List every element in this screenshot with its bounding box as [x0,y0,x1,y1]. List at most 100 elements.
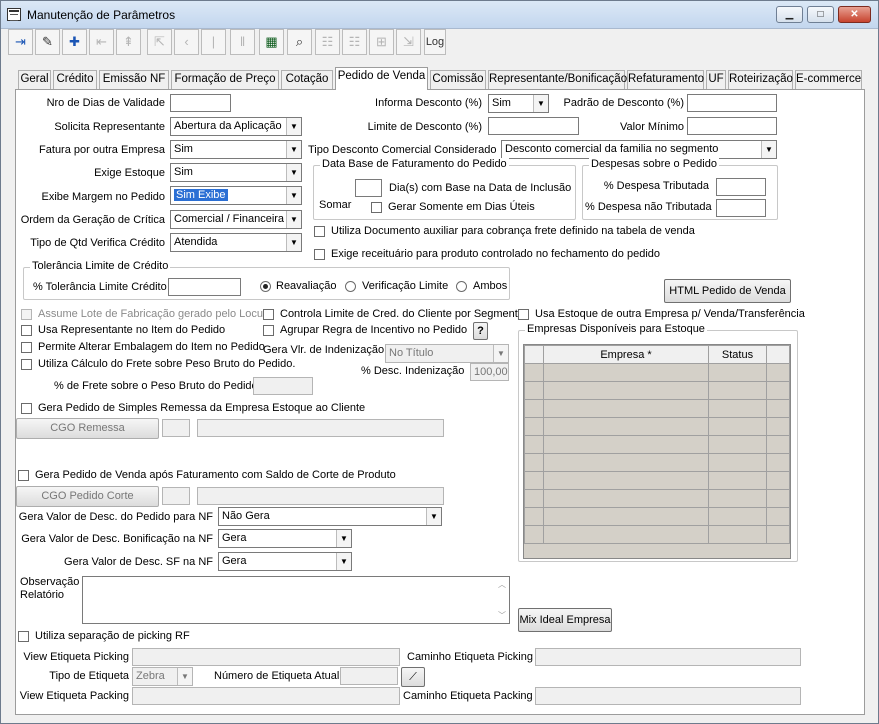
html-pedido-venda-button[interactable]: HTML Pedido de Venda [664,279,791,303]
usa-estoque-outra-checkbox[interactable] [518,309,529,320]
limite-desconto-input[interactable] [488,117,579,135]
controla-limite-checkbox[interactable] [263,309,274,320]
fatura-outra-select[interactable]: Sim ▼ [170,140,302,159]
caminho-packing-input[interactable] [535,687,801,705]
minimize-button[interactable]: ▁ [776,6,803,23]
eraser-icon[interactable]: ✎ [35,29,60,55]
cgo-corte-code-input[interactable] [162,487,190,505]
tab-representante-bonificacao[interactable]: Representante/Bonificação [488,70,627,89]
tipo-etiqueta-select[interactable]: Zebra ▼ [132,667,193,686]
calculo-frete-checkbox[interactable] [21,359,32,370]
tab-roteirizacao[interactable]: Roteirização [728,70,793,89]
table-row[interactable] [524,525,790,544]
informa-desconto-select[interactable]: Sim ▼ [488,94,549,113]
help-button[interactable]: ? [473,322,488,340]
close-button[interactable]: ✕ [838,6,871,23]
tab-emissao-nf[interactable]: Emissão NF [99,70,169,89]
mix-ideal-button[interactable]: Mix Ideal Empresa [518,608,612,632]
padrao-desconto-input[interactable] [687,94,777,112]
table-row[interactable] [524,453,790,472]
permite-embalagem-checkbox[interactable] [21,342,32,353]
ordem-critica-select[interactable]: Comercial / Financeira ▼ [170,210,302,229]
verificacao-limite-radio[interactable] [345,281,356,292]
tab-comissao[interactable]: Comissão [430,70,486,89]
prev-page-icon[interactable]: ⇤ [89,29,114,55]
tab-uf[interactable]: UF [706,70,726,89]
export-icon[interactable]: ⇲ [396,29,421,55]
solicita-representante-select[interactable]: Abertura da Aplicação ▼ [170,117,302,136]
cgo-remessa-desc-input[interactable] [197,419,444,437]
cgo-corte-desc-input[interactable] [197,487,444,505]
last-record-icon[interactable]: ‖ [230,29,255,55]
exige-estoque-select[interactable]: Sim ▼ [170,163,302,182]
dias-validade-input[interactable] [170,94,231,112]
dias-uteis-checkbox[interactable] [371,202,382,213]
agrupar-regra-checkbox[interactable] [263,325,274,336]
table-row[interactable] [524,417,790,436]
tab-cotacao[interactable]: Cotação [281,70,333,89]
cgo-corte-button[interactable]: CGO Pedido Corte [16,486,159,507]
simples-remessa-checkbox[interactable] [21,403,32,414]
num-etiqueta-input[interactable] [340,667,398,685]
empresas-grid[interactable]: Empresa * Status [523,344,791,559]
view-packing-input[interactable] [132,687,400,705]
exibe-margem-select[interactable]: Sim Exibe ▼ [170,186,302,205]
gera-desc-sf-select[interactable]: Gera ▼ [218,552,352,571]
tab-geral[interactable]: Geral [18,70,51,89]
table-row[interactable] [524,507,790,526]
gera-desc-bon-select[interactable]: Gera ▼ [218,529,352,548]
despesa-tributada-input[interactable] [716,178,766,196]
tab-refaturamento[interactable]: Refaturamento [627,70,704,89]
gera-vlr-ind-select[interactable]: No Título ▼ [385,344,509,363]
table-row[interactable] [524,381,790,400]
cgo-remessa-button[interactable]: CGO Remessa [16,418,159,439]
receituario-checkbox[interactable] [314,249,325,260]
gera-desc-nf-select[interactable]: Não Gera ▼ [218,507,442,526]
back-icon[interactable]: ‹ [174,29,199,55]
table-row[interactable] [524,471,790,490]
grid-col-empresa[interactable]: Empresa * [543,345,709,364]
tree-icon[interactable]: ⊞ [369,29,394,55]
picking-rf-checkbox[interactable] [18,631,29,642]
assume-lote-checkbox[interactable] [21,309,32,320]
dias-inclusao-input[interactable] [355,179,382,197]
pct-frete-input[interactable] [253,377,313,395]
table-row[interactable] [524,435,790,454]
table-row[interactable] [524,489,790,508]
log-button[interactable]: Log [424,29,446,55]
tab-pedido-venda[interactable]: Pedido de Venda [335,67,428,90]
doc-auxiliar-checkbox[interactable] [314,226,325,237]
usa-rep-item-checkbox[interactable] [21,325,32,336]
binoculars-icon[interactable]: ⌕ [287,29,312,55]
tab-formacao-preco[interactable]: Formação de Preço [171,70,279,89]
tolerancia-input[interactable] [168,278,241,296]
table-row[interactable] [524,399,790,418]
tab-credito[interactable]: Crédito [53,70,97,89]
view-picking-input[interactable] [132,648,400,666]
filter-icon[interactable]: ☷ [315,29,340,55]
grid-col-status[interactable]: Status [708,345,767,364]
scroll-up-icon[interactable]: ︿ [498,579,506,590]
add-record-icon[interactable]: ✚ [62,29,87,55]
next-record-icon[interactable]: | [201,29,226,55]
first-record-icon[interactable]: ⇞ [116,29,141,55]
observacao-textarea[interactable]: ︿ ﹀ [82,576,510,624]
caminho-picking-input[interactable] [535,648,801,666]
table-row[interactable] [524,363,790,382]
exit-icon[interactable]: ⇥ [8,29,33,55]
maximize-button[interactable]: □ [807,6,834,23]
cgo-remessa-code-input[interactable] [162,419,190,437]
prev-record-icon[interactable]: ⇱ [147,29,172,55]
ambos-radio[interactable] [456,281,467,292]
desc-indenizacao-input[interactable]: 100,00 [470,363,509,381]
despesa-nao-tributada-input[interactable] [716,199,766,217]
filter-clear-icon[interactable]: ☷ [342,29,367,55]
edit-pen-icon[interactable]: ⟋ [401,667,425,687]
reavaliacao-radio[interactable] [260,281,271,292]
tipo-qtd-select[interactable]: Atendida ▼ [170,233,302,252]
tab-ecommerce[interactable]: E-commerce [795,70,862,89]
pedido-corte-checkbox[interactable] [18,470,29,481]
scroll-down-icon[interactable]: ﹀ [498,610,506,621]
valor-minimo-input[interactable] [687,117,777,135]
grid-view-icon[interactable]: ▦ [259,29,284,55]
